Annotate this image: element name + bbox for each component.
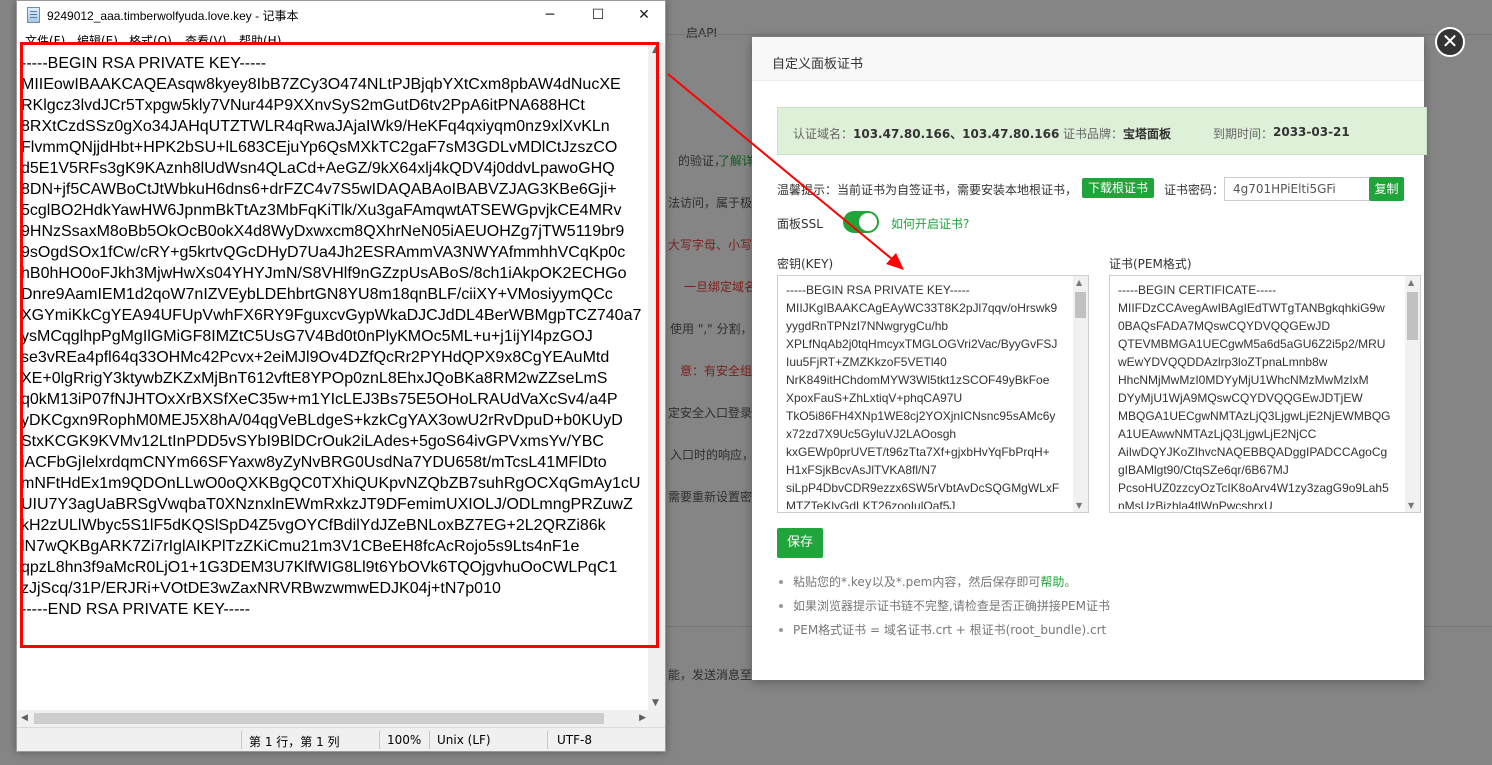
arrow-line bbox=[667, 73, 899, 265]
annotation-arrow bbox=[667, 73, 904, 270]
